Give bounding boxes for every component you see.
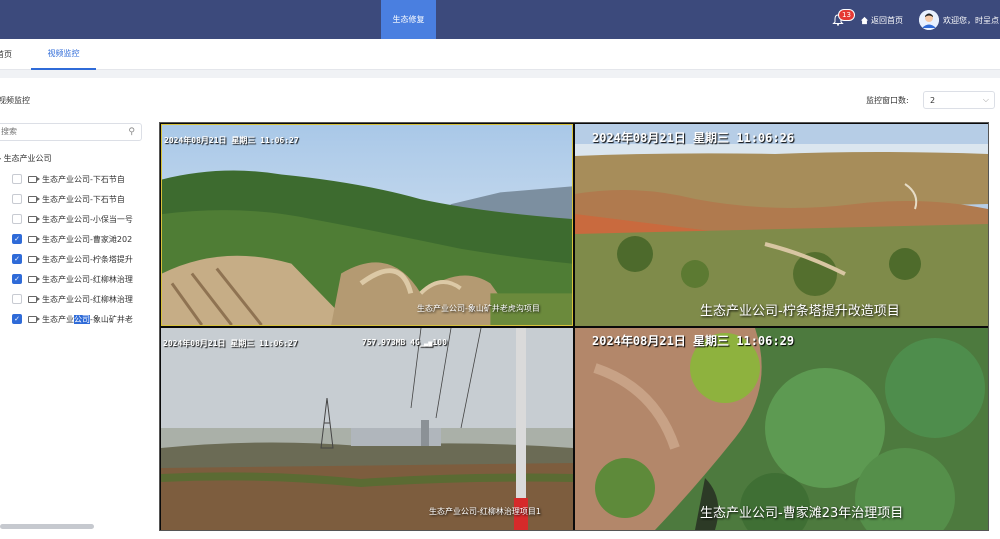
checkbox-checked[interactable]: ✓ (12, 314, 22, 324)
camera-icon (28, 275, 40, 283)
video-cell[interactable]: 2024年08月21日 星期三 11:06:27 757.973MB 4G▁▃▅… (161, 328, 573, 530)
video-bandwidth-text: 757.973MB 4G (362, 338, 420, 347)
signal-icon: ▁▃▅ (419, 339, 433, 347)
camera-icon (28, 255, 40, 263)
video-cell[interactable]: 2024年08月21日 星期三 11:06:26 生态产业公司-柠条塔提升改造项… (575, 124, 988, 326)
checkbox[interactable] (12, 214, 22, 224)
page-title: 视频监控 (0, 96, 30, 105)
tree-item-label: 生态产业公司-曹家滩202 (42, 234, 133, 244)
camera-icon (28, 315, 40, 323)
tree-root-node[interactable]: ▾ 生态产业公司 (0, 153, 52, 164)
video-timestamp: 2024年08月21日 星期三 11:06:27 (163, 339, 298, 348)
tree-item[interactable]: 生态产业公司-下石节自 (12, 172, 138, 186)
tree-item[interactable]: 生态产业公司-红柳林治理 (12, 292, 138, 306)
nav-tab-eco-restoration[interactable]: 生态修复 (381, 0, 436, 39)
search-icon[interactable]: ⚲ (128, 127, 135, 137)
video-frame-plain (161, 328, 573, 530)
label-suffix: -象山矿井老 (90, 314, 133, 324)
tree-search-input[interactable] (1, 127, 121, 136)
checkbox-checked[interactable]: ✓ (12, 274, 22, 284)
tree-item[interactable]: 生态产业公司-小保当一号 (12, 212, 138, 226)
video-grid: 2024年08月21日 星期三 11:06:27 生态产业公司-象山矿井老虎沟项… (159, 122, 989, 531)
home-link-label: 返回首页 (871, 16, 903, 25)
tree-item[interactable]: ✓ 生态产业公司-柠条塔提升 (12, 252, 138, 266)
avatar[interactable] (919, 10, 939, 30)
tree-root-label: 生态产业公司 (3, 154, 52, 163)
camera-icon (28, 195, 40, 203)
checkbox-checked[interactable]: ✓ (12, 234, 22, 244)
tree-item[interactable]: 生态产业公司-下石节自 (12, 192, 138, 206)
tree-item-label: 生态产业公司-红柳林治理 (42, 294, 133, 304)
video-frame-plateau (575, 124, 988, 326)
tree-item-label: 生态产业公司-小保当一号 (42, 214, 133, 224)
checkbox[interactable] (12, 294, 22, 304)
video-caption: 生态产业公司-红柳林治理项目1 (429, 507, 541, 516)
horizontal-scrollbar[interactable] (0, 524, 94, 529)
video-caption: 生态产业公司-曹家滩23年治理项目 (700, 506, 904, 521)
home-link[interactable]: 返回首页 (860, 15, 903, 26)
window-count-select[interactable]: 2 ⌵ (923, 91, 995, 109)
camera-icon (28, 175, 40, 183)
camera-icon (28, 295, 40, 303)
tab-bar: 首页 视频监控 (0, 39, 1000, 70)
window-count-value: 2 (930, 96, 936, 105)
checkbox-checked[interactable]: ✓ (12, 254, 22, 264)
label-highlight: 公司 (74, 314, 90, 324)
camera-icon (28, 215, 40, 223)
tree-item-label: 生态产业公司-下石节自 (42, 194, 125, 204)
video-signal-value: 100 (432, 338, 447, 347)
home-icon (860, 16, 869, 25)
video-cell[interactable]: 2024年08月21日 星期三 11:06:27 生态产业公司-象山矿井老虎沟项… (161, 124, 573, 326)
tree-item-label: 生态产业公司-象山矿井老 (42, 314, 138, 325)
device-tree: ⚲ ▾ 生态产业公司 生态产业公司-下石节自 生态产业公司-下石节自 生态产业公… (0, 117, 150, 539)
tab-home[interactable]: 首页 (0, 39, 12, 70)
tab-video-monitor[interactable]: 视频监控 (31, 39, 96, 70)
top-header: 生态修复 13 返回首页 欢迎您，时呈点 (0, 0, 1000, 39)
label-prefix: 生态产业 (42, 314, 74, 324)
user-avatar-icon (919, 10, 939, 30)
video-caption: 生态产业公司-柠条塔提升改造项目 (700, 304, 900, 319)
video-timestamp: 2024年08月21日 星期三 11:06:29 (592, 334, 795, 348)
tree-item[interactable]: ✓ 生态产业公司-曹家滩202 (12, 232, 138, 246)
checkbox[interactable] (12, 194, 22, 204)
video-bandwidth: 757.973MB 4G▁▃▅100 (362, 338, 447, 347)
tree-item[interactable]: ✓ 生态产业公司-红柳林治理 (12, 272, 138, 286)
window-count-label: 监控窗口数: (866, 96, 909, 105)
welcome-text: 欢迎您，时呈点 (943, 16, 999, 25)
video-frame-shrubs (575, 328, 988, 530)
video-timestamp: 2024年08月21日 星期三 11:06:27 (164, 136, 299, 145)
camera-icon (28, 235, 40, 243)
chevron-down-icon: ⌵ (982, 95, 989, 104)
tree-item-label: 生态产业公司-柠条塔提升 (42, 254, 133, 264)
video-cell[interactable]: 2024年08月21日 星期三 11:06:29 生态产业公司-曹家滩23年治理… (575, 328, 988, 530)
video-caption: 生态产业公司-象山矿井老虎沟项目 (417, 304, 540, 313)
tree-item[interactable]: ✓ 生态产业公司-象山矿井老 (12, 312, 138, 326)
tree-item-label: 生态产业公司-红柳林治理 (42, 274, 133, 284)
caret-down-icon: ▾ (0, 156, 1, 163)
tree-search-box[interactable]: ⚲ (0, 123, 142, 141)
video-timestamp: 2024年08月21日 星期三 11:06:26 (592, 131, 795, 145)
tree-item-label: 生态产业公司-下石节自 (42, 174, 125, 184)
notification-badge[interactable]: 13 (838, 9, 855, 21)
checkbox[interactable] (12, 174, 22, 184)
video-frame-hills (162, 125, 572, 325)
